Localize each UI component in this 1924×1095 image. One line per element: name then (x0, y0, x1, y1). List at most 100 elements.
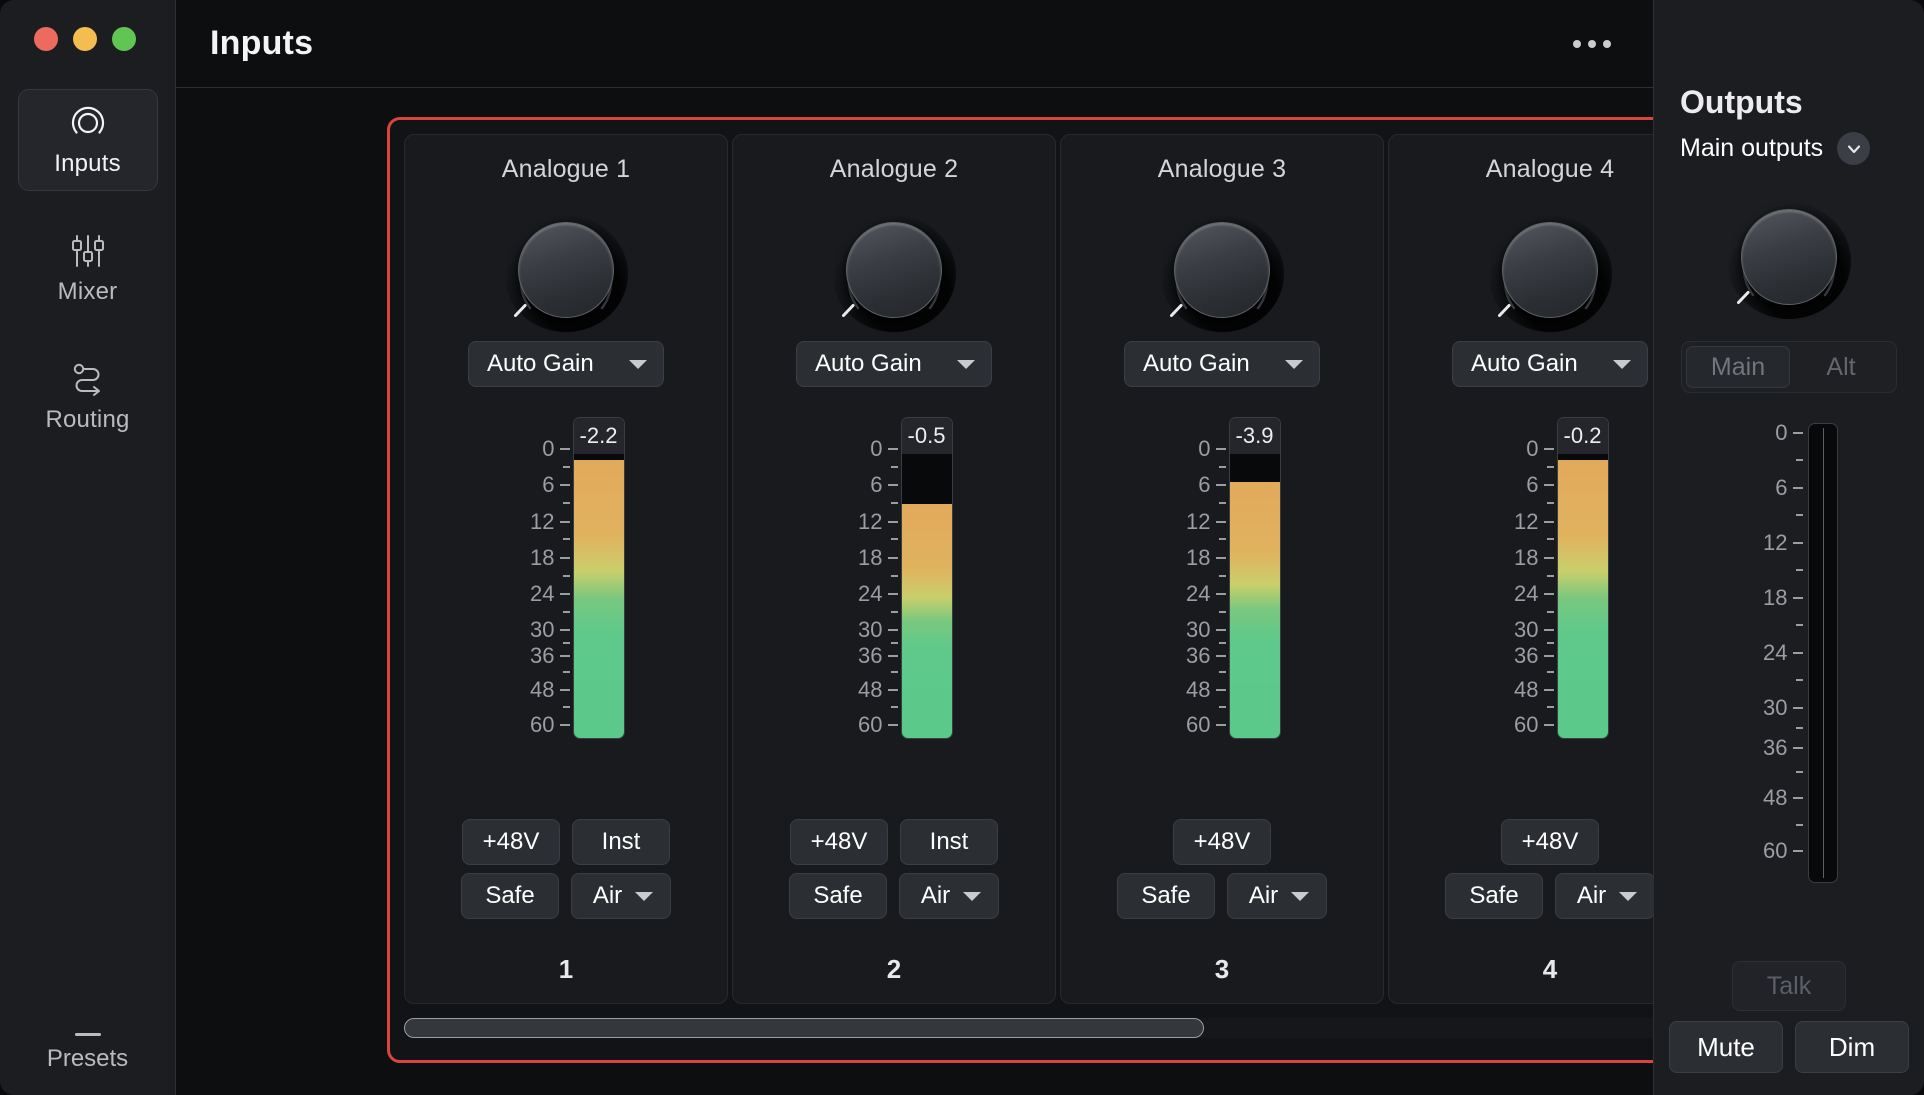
air-dropdown-button[interactable]: Air (571, 873, 671, 919)
meter-tick-minor (891, 671, 898, 673)
knob-pointer-icon (841, 301, 858, 318)
gain-mode-dropdown[interactable]: Auto Gain (796, 341, 992, 387)
output-level-meter (1808, 423, 1838, 883)
outputs-panel: Outputs Main outputs Main Alt 0612 (1653, 0, 1924, 1095)
input-channel-strip: Analogue 2Auto Gain0612182430364860-0.5+… (732, 134, 1056, 1004)
gain-mode-dropdown[interactable]: Auto Gain (1124, 341, 1320, 387)
window-traffic-lights (4, 27, 136, 51)
gain-knob[interactable] (1157, 210, 1287, 332)
knob-pointer-icon (1736, 288, 1753, 305)
air-dropdown-button[interactable]: Air (899, 873, 999, 919)
meter-tick-minor (563, 538, 570, 540)
meter-tick-minor (1219, 575, 1226, 577)
meter-tick-label: 36 (1514, 643, 1553, 669)
outputs-title: Outputs (1680, 84, 1803, 121)
meter-tick-minor (1796, 514, 1803, 516)
meter-tick-label: 48 (858, 677, 897, 703)
channel-level-meter: -2.2 (573, 417, 625, 739)
toggle-alt[interactable]: Alt (1790, 346, 1892, 388)
output-selector-label: Main outputs (1680, 134, 1823, 163)
meter-tick-label: 48 (1763, 785, 1802, 811)
gain-knob[interactable] (1485, 210, 1615, 332)
maximize-window-button[interactable] (112, 27, 136, 51)
chevron-down-icon (635, 892, 653, 901)
input-channel-strip: Analogue 1Auto Gain0612182430364860-2.2+… (404, 134, 728, 1004)
input-strips-region: Analogue 1Auto Gain0612182430364860-2.2+… (387, 117, 1805, 1063)
sliders-icon (67, 231, 109, 271)
meter-tick-minor (1547, 611, 1554, 613)
chevron-down-icon (1291, 892, 1309, 901)
sidebar-nav: Inputs (0, 89, 175, 473)
channel-name: Analogue 4 (1486, 155, 1615, 184)
gain-knob[interactable] (829, 210, 959, 332)
phantom-power-button[interactable]: +48V (1173, 819, 1271, 865)
scrollbar-thumb[interactable] (404, 1018, 1204, 1038)
meter-tick-label: 18 (1763, 585, 1802, 611)
dim-button[interactable]: Dim (1795, 1021, 1909, 1073)
close-window-button[interactable] (34, 27, 58, 51)
meter-tick-label: 60 (1763, 838, 1802, 864)
safe-button[interactable]: Safe (789, 873, 887, 919)
knob-pointer-icon (513, 301, 530, 318)
chevron-down-icon[interactable] (1837, 132, 1870, 165)
meter-tick-minor (891, 466, 898, 468)
toggle-main[interactable]: Main (1686, 346, 1790, 388)
sidebar-item-routing[interactable]: Routing (18, 345, 158, 447)
channel-name: Analogue 1 (502, 155, 631, 184)
meter-tick-minor (1547, 706, 1554, 708)
phantom-power-button[interactable]: +48V (462, 819, 560, 865)
meter-tick-minor (1547, 671, 1554, 673)
instrument-button[interactable]: Inst (900, 819, 998, 865)
meter-tick-minor (1219, 502, 1226, 504)
output-destination-toggle[interactable]: Main Alt (1681, 341, 1897, 393)
meter-tick-label: 18 (1186, 545, 1225, 571)
meter-tick-label: 30 (1514, 617, 1553, 643)
meter-tick-label: 30 (858, 617, 897, 643)
meter-tick-label: 6 (1198, 472, 1225, 498)
app-window: Inputs (0, 0, 1924, 1095)
meter-tick-minor (563, 671, 570, 673)
sidebar-item-mixer[interactable]: Mixer (18, 217, 158, 319)
output-volume-knob[interactable] (1724, 197, 1854, 319)
instrument-button[interactable]: Inst (572, 819, 670, 865)
sidebar-item-presets[interactable]: Presets (0, 1033, 175, 1073)
phantom-power-button[interactable]: +48V (790, 819, 888, 865)
meter-tick-label: 24 (858, 581, 897, 607)
meter-tick-label: 12 (1514, 509, 1553, 535)
air-dropdown-button[interactable]: Air (1555, 873, 1655, 919)
air-dropdown-button[interactable]: Air (1227, 873, 1327, 919)
minimize-window-button[interactable] (73, 27, 97, 51)
meter-fill (1558, 460, 1608, 738)
knob-circle-icon (67, 103, 109, 143)
meter-tick-label: 30 (530, 617, 569, 643)
gain-mode-dropdown[interactable]: Auto Gain (468, 341, 664, 387)
gain-knob[interactable] (501, 210, 631, 332)
safe-button[interactable]: Safe (1117, 873, 1215, 919)
chevron-down-icon (629, 360, 647, 369)
gain-mode-label: Auto Gain (1471, 350, 1578, 378)
output-selector[interactable]: Main outputs (1680, 132, 1870, 165)
phantom-power-button[interactable]: +48V (1501, 819, 1599, 865)
meter-tick-minor (563, 642, 570, 644)
gain-mode-dropdown[interactable]: Auto Gain (1452, 341, 1648, 387)
sidebar: Inputs (0, 0, 175, 1095)
sidebar-item-inputs[interactable]: Inputs (18, 89, 158, 191)
talk-button[interactable]: Talk (1732, 961, 1846, 1011)
channel-level-meter: -3.9 (1229, 417, 1281, 739)
meter-tick-label: 36 (1763, 735, 1802, 761)
more-options-icon[interactable] (1563, 28, 1621, 60)
meter-tick-label: 6 (870, 472, 897, 498)
safe-button[interactable]: Safe (1445, 873, 1543, 919)
channel-meter-block: 0612182430364860-0.5 (733, 417, 1055, 747)
mute-button[interactable]: Mute (1669, 1021, 1783, 1073)
meter-tick-label: 6 (1775, 475, 1802, 501)
channel-button-rows: +48V Safe Air (1061, 819, 1383, 919)
safe-button[interactable]: Safe (461, 873, 559, 919)
meter-tick-minor (563, 611, 570, 613)
main-panel: Inputs Analogue 1Auto Gain06121824303648… (175, 0, 1653, 1095)
meter-tick-label: 60 (1186, 712, 1225, 738)
chevron-down-icon (963, 892, 981, 901)
horizontal-scrollbar[interactable] (404, 1018, 1784, 1038)
meter-tick-label: 0 (1775, 420, 1802, 446)
meter-tick-label: 24 (1186, 581, 1225, 607)
